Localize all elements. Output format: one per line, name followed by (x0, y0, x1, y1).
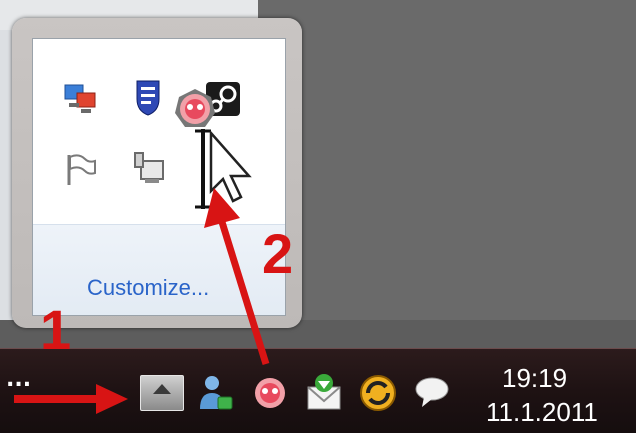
annotation-step-2: 2 (262, 222, 294, 285)
speech-bubble-icon[interactable] (412, 375, 452, 411)
pink-app-icon[interactable] (252, 375, 288, 411)
taskbar: ... 19:19 11.1.2011 (0, 348, 636, 433)
pink-app-icon[interactable] (173, 87, 217, 131)
desktop-background (258, 0, 636, 340)
network-monitor-icon[interactable] (61, 79, 101, 119)
taskbar-overflow-dots[interactable]: ... (6, 367, 31, 392)
customize-link[interactable]: Customize... (87, 275, 209, 301)
annotation-step-1: 1 (40, 298, 72, 361)
shield-app-icon[interactable] (129, 77, 169, 117)
safely-remove-hardware-icon[interactable] (129, 149, 169, 189)
action-center-flag-icon[interactable] (61, 149, 101, 189)
tray-overflow-panel: Customize... (32, 38, 286, 316)
mail-download-icon[interactable] (304, 373, 344, 413)
tray-overflow-popup: Customize... (12, 18, 302, 328)
clock-date[interactable]: 11.1.2011 (486, 397, 598, 428)
clock-time[interactable]: 19:19 (502, 363, 567, 394)
mouse-pointer-icon (209, 131, 252, 203)
user-status-icon[interactable] (196, 373, 236, 413)
sync-icon[interactable] (358, 373, 398, 413)
chevron-up-icon (153, 384, 171, 394)
tray-overflow-button[interactable] (140, 375, 184, 411)
